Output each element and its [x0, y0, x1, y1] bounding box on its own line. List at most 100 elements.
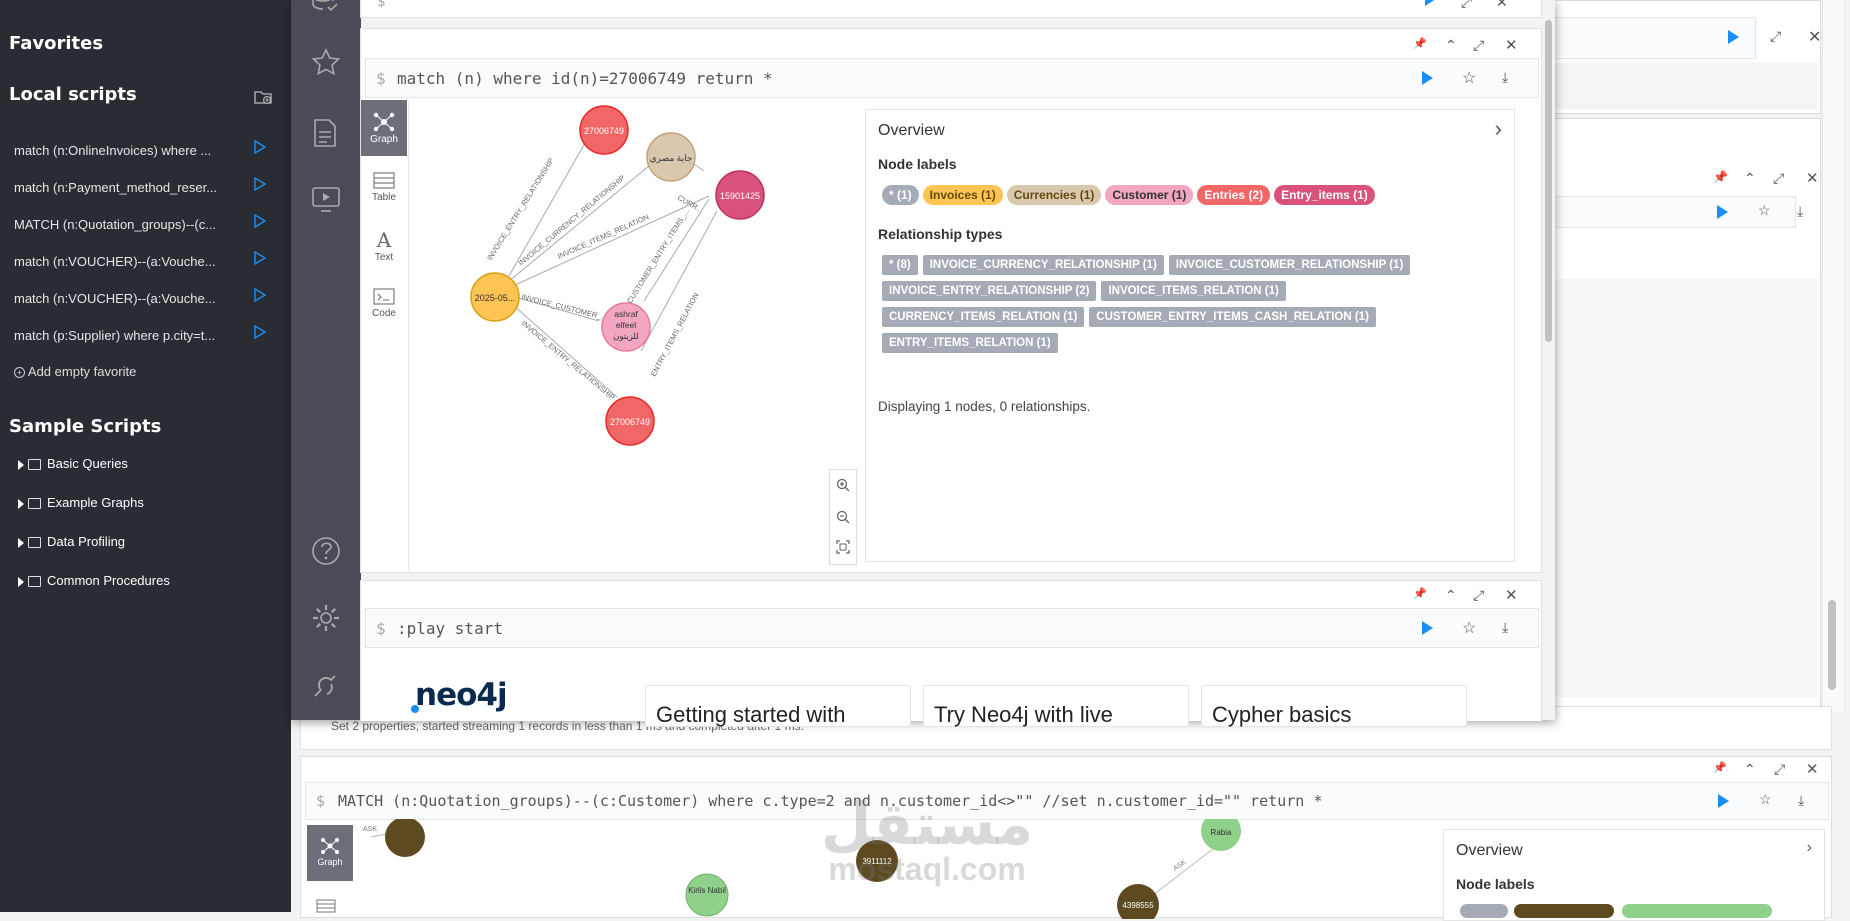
- run-script-icon[interactable]: [254, 287, 267, 305]
- sample-folder[interactable]: Example Graphs: [18, 495, 144, 510]
- node-label-badge[interactable]: [1460, 904, 1508, 918]
- table-icon[interactable]: [316, 899, 336, 918]
- favorite-script[interactable]: match (n:VOUCHER)--(a:Vouche...: [14, 250, 274, 273]
- close-icon[interactable]: ✕: [1505, 36, 1518, 54]
- close-icon[interactable]: ✕: [1806, 760, 1819, 778]
- guide-card[interactable]: Cypher basics: [1201, 685, 1467, 727]
- tab-table[interactable]: Table: [361, 160, 407, 216]
- run-button[interactable]: [1422, 621, 1433, 635]
- node-label-badge[interactable]: Customer (1): [1105, 185, 1194, 205]
- scrollbar-thumb[interactable]: [1828, 600, 1836, 690]
- node-label-badge[interactable]: [1514, 904, 1614, 918]
- chevron-right-icon[interactable]: ›: [1807, 839, 1812, 857]
- pin-icon[interactable]: 📌: [1713, 170, 1728, 184]
- guide-card[interactable]: Try Neo4j with live: [923, 685, 1189, 727]
- fullscreen-icon[interactable]: ⤢: [1774, 761, 1785, 778]
- fullscreen-icon[interactable]: ⤢: [1473, 37, 1484, 54]
- graph-node[interactable]: 2025-05...: [470, 272, 520, 322]
- fullscreen-icon[interactable]: ⤢: [1770, 28, 1781, 45]
- play-screen-icon[interactable]: [311, 186, 341, 219]
- download-icon[interactable]: ⤓: [1798, 792, 1804, 809]
- database-check-icon[interactable]: [311, 0, 339, 17]
- close-icon[interactable]: ✕: [1496, 0, 1508, 11]
- node-label-badge[interactable]: * (1): [882, 185, 919, 205]
- run-script-icon[interactable]: [254, 176, 267, 194]
- scrollbar-thumb[interactable]: [1545, 20, 1552, 342]
- collapse-icon[interactable]: ⌃: [1445, 587, 1457, 604]
- run-button[interactable]: [1717, 205, 1728, 219]
- graph-canvas[interactable]: INVOICE_ENTRY_RELATIONSHIP INVOICE_CURRE…: [409, 101, 795, 569]
- favorite-script[interactable]: match (n:Payment_method_reser...: [14, 176, 274, 199]
- sample-folder[interactable]: Common Procedures: [18, 573, 170, 588]
- tab-code[interactable]: Code: [361, 276, 407, 332]
- relationship-type-badge[interactable]: INVOICE_CURRENCY_RELATIONSHIP (1): [922, 255, 1164, 275]
- star-icon[interactable]: ☆: [1462, 68, 1476, 88]
- query-text[interactable]: match (n) where id(n)=27006749 return *: [397, 69, 773, 88]
- fullscreen-icon[interactable]: ⤢: [1461, 0, 1472, 11]
- node-label-badge[interactable]: Entries (2): [1197, 185, 1271, 205]
- graph-node[interactable]: جاية مصري: [646, 132, 696, 182]
- close-icon[interactable]: ✕: [1808, 27, 1821, 47]
- run-button[interactable]: [1422, 71, 1433, 85]
- close-icon[interactable]: ✕: [1505, 586, 1518, 604]
- download-icon[interactable]: ⤓: [1797, 203, 1803, 220]
- query-editor[interactable]: $ :play start ☆ ⤓: [365, 608, 1539, 648]
- favorite-script[interactable]: MATCH (n:Quotation_groups)--(c...: [14, 213, 274, 236]
- collapse-icon[interactable]: ⌃: [1744, 761, 1756, 778]
- favorite-script[interactable]: match (p:Supplier) where p.city=t...: [14, 324, 274, 347]
- plug-icon[interactable]: [311, 670, 341, 705]
- favorite-script[interactable]: match (n:OnlineInvoices) where ...: [14, 139, 274, 162]
- guide-card[interactable]: Getting started with: [645, 685, 911, 727]
- fullscreen-icon[interactable]: ⤢: [1473, 587, 1484, 604]
- relationship-type-badge[interactable]: ENTRY_ITEMS_RELATION (1): [882, 333, 1058, 353]
- download-icon[interactable]: ⤓: [1502, 619, 1508, 636]
- close-icon[interactable]: ✕: [1806, 169, 1819, 187]
- fit-to-screen-icon[interactable]: [836, 540, 850, 559]
- relationship-type-badge[interactable]: INVOICE_ITEMS_RELATION (1): [1101, 281, 1286, 301]
- query-text[interactable]: MATCH (n:Quotation_groups)--(c:Customer)…: [338, 792, 1322, 810]
- run-button[interactable]: [1425, 0, 1436, 6]
- scrollbar[interactable]: [1822, 0, 1843, 712]
- star-icon[interactable]: [311, 48, 341, 83]
- graph-node[interactable]: 15901425: [715, 170, 765, 220]
- background-graph[interactable]: ASK Kirlis Nabil 3911112 ASK 4398555 Rab…: [353, 819, 1493, 919]
- node-label-badge[interactable]: [1622, 904, 1772, 918]
- relationship-type-badge[interactable]: * (8): [882, 255, 918, 275]
- gear-icon[interactable]: [311, 603, 341, 638]
- chevron-right-icon[interactable]: ›: [1495, 116, 1502, 142]
- sample-folder[interactable]: Basic Queries: [18, 456, 128, 471]
- run-script-icon[interactable]: [254, 250, 267, 268]
- new-folder-icon[interactable]: [254, 89, 272, 110]
- node-label-badge[interactable]: Invoices (1): [922, 185, 1003, 205]
- run-button[interactable]: [1728, 30, 1739, 44]
- star-icon[interactable]: ☆: [1758, 202, 1771, 219]
- collapse-icon[interactable]: ⌃: [1445, 37, 1457, 54]
- node-label-badge[interactable]: Currencies (1): [1006, 185, 1102, 205]
- pin-icon[interactable]: 📌: [1413, 587, 1427, 600]
- relationship-type-badge[interactable]: CURRENCY_ITEMS_RELATION (1): [882, 307, 1085, 327]
- query-editor[interactable]: $ MATCH (n:Quotation_groups)--(c:Custome…: [305, 782, 1829, 820]
- node-label-badge[interactable]: Entry_items (1): [1274, 185, 1375, 205]
- run-button[interactable]: [1718, 794, 1729, 808]
- relationship-type-badge[interactable]: INVOICE_CUSTOMER_RELATIONSHIP (1): [1168, 255, 1411, 275]
- collapse-icon[interactable]: ⌃: [1744, 170, 1756, 187]
- star-icon[interactable]: ☆: [1759, 791, 1772, 808]
- add-empty-favorite-button[interactable]: + Add empty favorite: [14, 364, 136, 379]
- zoom-out-icon[interactable]: [836, 510, 850, 529]
- fullscreen-icon[interactable]: ⤢: [1773, 170, 1784, 187]
- relationship-type-badge[interactable]: INVOICE_ENTRY_RELATIONSHIP (2): [882, 281, 1097, 301]
- query-text[interactable]: :play start: [397, 619, 503, 638]
- download-icon[interactable]: ⤓: [1502, 69, 1508, 86]
- sample-folder[interactable]: Data Profiling: [18, 534, 125, 549]
- document-icon[interactable]: [311, 118, 339, 153]
- background-editor[interactable]: [1555, 17, 1756, 59]
- graph-node[interactable]: 27006749: [605, 396, 655, 446]
- run-script-icon[interactable]: [254, 139, 267, 157]
- tab-graph[interactable]: Graph: [307, 825, 353, 881]
- zoom-in-icon[interactable]: [836, 478, 850, 497]
- scrollbar[interactable]: [1543, 20, 1553, 720]
- star-icon[interactable]: ☆: [1462, 618, 1476, 638]
- run-script-icon[interactable]: [254, 213, 267, 231]
- tab-text[interactable]: A Text: [361, 218, 407, 274]
- graph-node[interactable]: ashraf elfeel للزيتون: [601, 302, 651, 352]
